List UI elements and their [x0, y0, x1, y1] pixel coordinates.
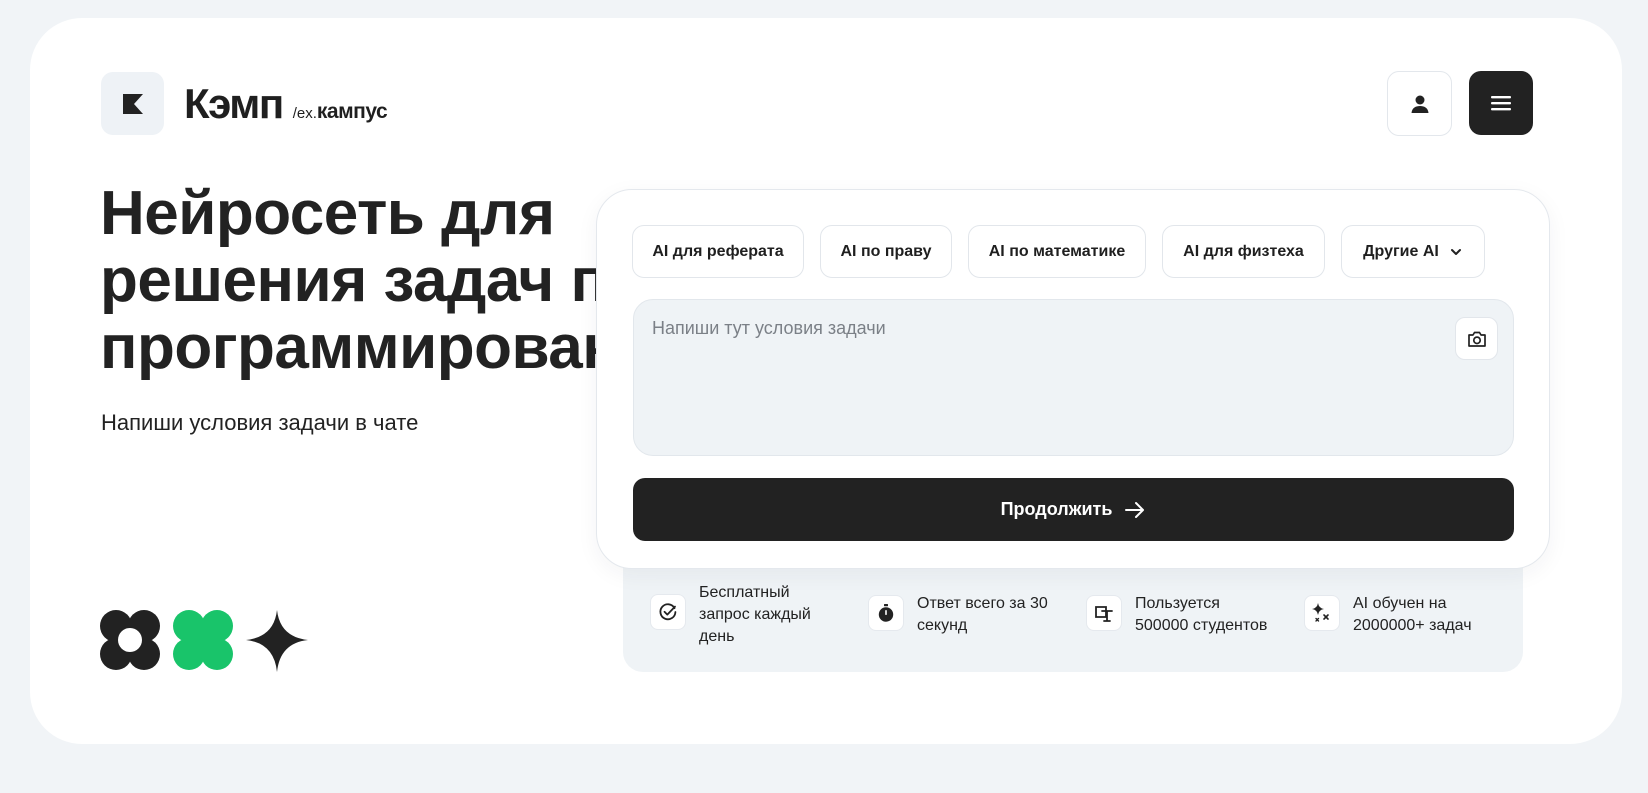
chip-ai-physics[interactable]: AI для физтеха	[1162, 225, 1325, 278]
task-input[interactable]	[634, 300, 1513, 455]
feature-text: AI обучен на 2000000+ задач	[1353, 595, 1472, 634]
brand-former-name: /ex.кампус	[292, 100, 388, 124]
continue-label: Продолжить	[1000, 499, 1113, 519]
feature-fast-answer: Ответ всего за 30 секунд	[868, 593, 1048, 637]
brand-sub-prefix: /ex.	[292, 105, 317, 122]
four-point-star-icon	[246, 610, 308, 672]
feature-text: Ответ всего за 30 секунд	[917, 595, 1048, 634]
features-strip: Бесплатный запрос каждый день Ответ всег…	[623, 560, 1523, 672]
feature-text: Бесплатный запрос каждый день	[699, 584, 811, 645]
chip-ai-law[interactable]: AI по праву	[820, 225, 952, 278]
user-icon	[1411, 95, 1428, 113]
decorative-shapes	[100, 610, 308, 672]
students-icon	[1086, 595, 1122, 631]
logo-mark[interactable]	[101, 72, 164, 135]
feature-free-request: Бесплатный запрос каждый день	[650, 582, 811, 648]
arrow-right-icon	[1124, 501, 1146, 519]
camera-icon	[1467, 331, 1486, 347]
sparkles-icon	[1304, 595, 1340, 631]
stopwatch-icon	[868, 595, 904, 631]
logo-k-icon	[122, 93, 143, 114]
chip-ai-essay[interactable]: AI для реферата	[632, 225, 804, 278]
chip-label: Другие AI	[1363, 242, 1439, 260]
brand-sub-name: кампус	[316, 100, 388, 123]
task-panel: AI для реферата AI по праву AI по матема…	[596, 189, 1550, 569]
brand-name: Кэмп	[184, 80, 284, 127]
feature-trained-ai: AI обучен на 2000000+ задач	[1304, 593, 1472, 637]
chevron-down-icon	[1449, 245, 1463, 259]
chip-label: AI для реферата	[652, 242, 784, 260]
continue-button[interactable]: Продолжить	[633, 478, 1514, 541]
check-circle-icon	[650, 594, 686, 630]
hero-subtitle: Напиши условия задачи в чате	[101, 410, 419, 435]
upload-photo-button[interactable]	[1455, 317, 1498, 360]
task-input-wrapper	[633, 299, 1514, 456]
menu-button[interactable]	[1469, 71, 1533, 135]
page-title: Нейросеть для решения задач по программи…	[100, 180, 605, 380]
profile-button[interactable]	[1387, 71, 1452, 136]
black-flower-icon	[100, 610, 160, 670]
green-clover-icon	[173, 610, 233, 670]
chip-ai-math[interactable]: AI по математике	[968, 225, 1146, 278]
hamburger-icon	[1491, 96, 1511, 111]
feature-students: Пользуется 500000 студентов	[1086, 593, 1267, 637]
feature-text: Пользуется 500000 студентов	[1135, 595, 1268, 634]
chip-label: AI для физтеха	[1183, 242, 1304, 260]
chip-other-ai-dropdown[interactable]: Другие AI	[1341, 225, 1485, 278]
chip-label: AI по праву	[840, 242, 932, 260]
chip-label: AI по математике	[988, 242, 1126, 260]
hero-title-wrapper: Нейросеть для решения задач по программи…	[100, 180, 605, 380]
brand-logo[interactable]: Кэмп /ex.кампус	[184, 80, 388, 128]
